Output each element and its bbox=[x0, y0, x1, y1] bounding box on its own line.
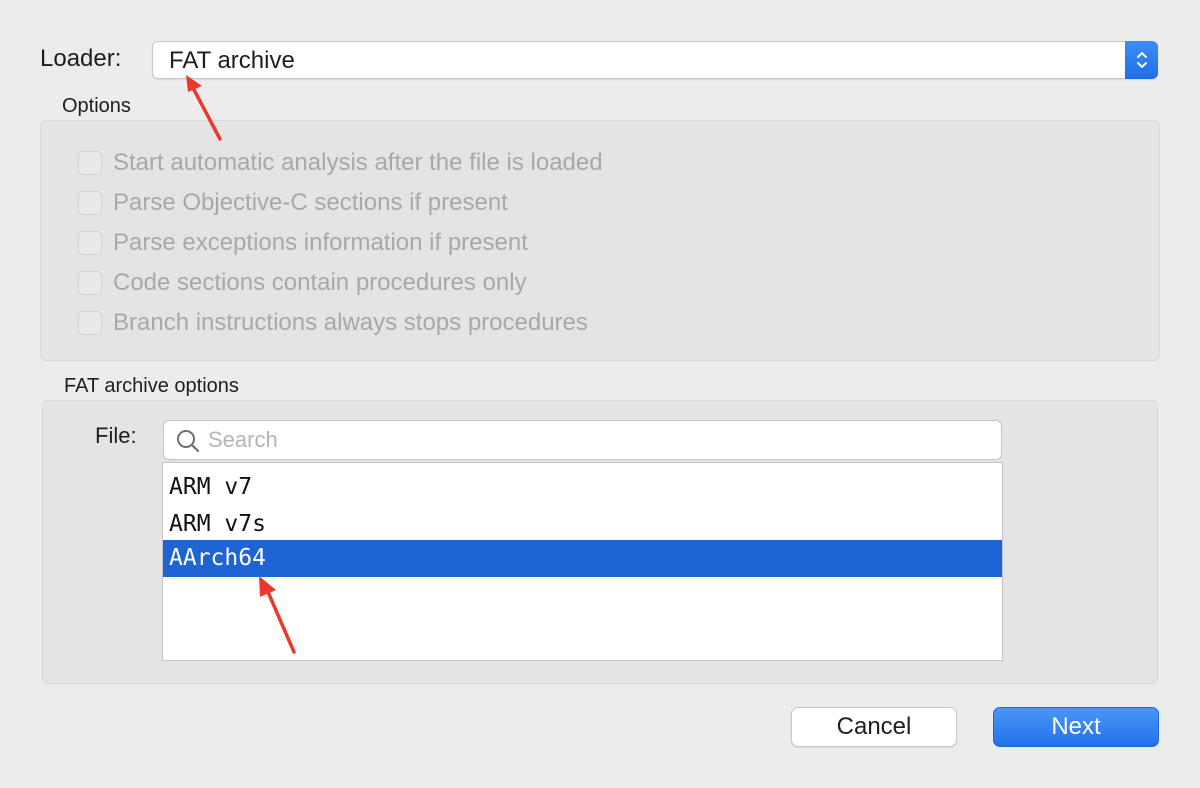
option-label: Code sections contain procedures only bbox=[113, 269, 527, 296]
loader-label: Loader: bbox=[40, 45, 122, 72]
option-checkbox[interactable] bbox=[78, 231, 102, 255]
file-list-item[interactable]: ARM v7 bbox=[163, 469, 1002, 506]
fat-options-title: FAT archive options bbox=[64, 375, 239, 397]
option-parse-objc[interactable]: Parse Objective-C sections if present bbox=[78, 188, 508, 218]
option-checkbox[interactable] bbox=[78, 191, 102, 215]
chevron-up-down-icon[interactable] bbox=[1125, 41, 1158, 79]
loader-selected-value: FAT archive bbox=[169, 47, 295, 74]
file-list[interactable]: ARM v7 ARM v7s AArch64 bbox=[162, 462, 1003, 661]
option-label: Parse Objective-C sections if present bbox=[113, 189, 508, 216]
search-input[interactable] bbox=[208, 428, 988, 452]
option-checkbox[interactable] bbox=[78, 271, 102, 295]
cancel-button[interactable]: Cancel bbox=[791, 707, 957, 747]
option-procedures-only[interactable]: Code sections contain procedures only bbox=[78, 268, 527, 298]
option-auto-analysis[interactable]: Start automatic analysis after the file … bbox=[78, 148, 603, 178]
next-button[interactable]: Next bbox=[993, 707, 1159, 747]
file-list-item[interactable]: ARM v7s bbox=[163, 506, 1002, 543]
option-label: Start automatic analysis after the file … bbox=[113, 149, 603, 176]
options-title: Options bbox=[62, 95, 131, 117]
option-branch-stops[interactable]: Branch instructions always stops procedu… bbox=[78, 308, 588, 338]
option-checkbox[interactable] bbox=[78, 311, 102, 335]
loader-select[interactable]: FAT archive bbox=[152, 41, 1158, 79]
option-label: Branch instructions always stops procedu… bbox=[113, 309, 588, 336]
search-icon bbox=[176, 429, 200, 458]
search-field[interactable] bbox=[163, 420, 1002, 460]
file-label: File: bbox=[95, 423, 137, 448]
file-list-item-selected[interactable]: AArch64 bbox=[163, 540, 1002, 577]
option-label: Parse exceptions information if present bbox=[113, 229, 528, 256]
option-checkbox[interactable] bbox=[78, 151, 102, 175]
option-parse-exceptions[interactable]: Parse exceptions information if present bbox=[78, 228, 528, 258]
